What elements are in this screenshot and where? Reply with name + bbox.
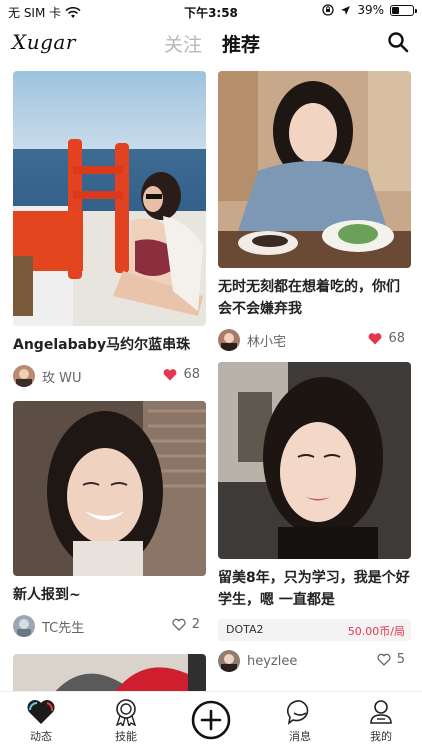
beach-photo-image — [13, 71, 206, 326]
like-button[interactable]: 2 — [172, 617, 200, 632]
feed-card[interactable]: 留美8年，只为学习，我是个好学生，嗯 一直都是 DOTA2 50.00币/局 h… — [218, 362, 411, 673]
like-count: 68 — [388, 331, 405, 346]
tab-recommend[interactable]: 推荐 — [222, 30, 260, 57]
feed-card[interactable]: 无时无刻都在想着吃的，你们会不会嫌弃我 林小宅 68 — [218, 71, 411, 352]
top-header: Xugar 关注 推荐 — [0, 24, 422, 64]
post-photo[interactable] — [218, 362, 411, 559]
nav-label: 消息 — [289, 730, 311, 743]
nav-item-dynamic[interactable]: 动态 — [11, 698, 71, 744]
avatar[interactable] — [218, 650, 240, 672]
medal-icon — [115, 699, 137, 726]
post-title[interactable]: 留美8年，只为学习，我是个好学生，嗯 一直都是 — [218, 567, 411, 611]
plus-circle-icon[interactable] — [191, 700, 231, 740]
bottom-tab-bar: 动态 技能 消息 我的 — [0, 691, 422, 750]
message-icon — [286, 700, 309, 725]
like-count: 2 — [191, 617, 200, 632]
skill-tag[interactable]: DOTA2 50.00币/局 — [218, 619, 411, 641]
orientation-lock-icon — [322, 4, 334, 16]
game-name: DOTA2 — [226, 623, 264, 636]
portrait-photo-image — [218, 362, 411, 559]
post-photo[interactable] — [218, 71, 411, 268]
heart-outline-icon — [172, 618, 186, 631]
battery-level — [392, 6, 399, 14]
heart-filled-icon — [164, 369, 177, 381]
like-button[interactable]: 68 — [368, 331, 405, 346]
post-photo[interactable] — [13, 401, 206, 576]
status-bar: 无 SIM 卡 下午3:58 39% — [0, 0, 422, 24]
post-title[interactable]: 新人报到~ — [13, 584, 206, 606]
nav-label: 我的 — [370, 730, 392, 743]
profile-icon — [370, 700, 392, 724]
post-title[interactable]: 无时无刻都在想着吃的，你们会不会嫌弃我 — [218, 276, 411, 320]
nav-item-mine[interactable]: 我的 — [351, 698, 411, 744]
partial-photo-image — [13, 654, 206, 691]
post-meta: TC先生 2 — [13, 614, 206, 638]
author-name[interactable]: TC先生 — [42, 617, 84, 636]
author-name[interactable]: 林小宅 — [247, 331, 286, 350]
food-photo-image — [218, 71, 411, 268]
like-button[interactable]: 68 — [163, 367, 200, 382]
tab-follow[interactable]: 关注 — [164, 30, 202, 57]
like-button[interactable]: 5 — [377, 652, 405, 667]
post-photo[interactable] — [13, 71, 206, 326]
status-right: 39% — [322, 3, 417, 17]
feed-card[interactable] — [13, 654, 206, 691]
feed-grid[interactable]: Angelababy马约尔蓝串珠 玫 WU 68 新人报到~ TC先生 2 无时… — [0, 64, 422, 691]
like-count: 5 — [396, 652, 405, 667]
portrait-photo-image — [13, 401, 206, 576]
like-count: 68 — [183, 367, 200, 382]
app-logo: Xugar — [12, 30, 76, 54]
author-name[interactable]: 玫 WU — [42, 367, 82, 386]
post-meta: 玫 WU 68 — [13, 364, 206, 388]
author-name[interactable]: heyzlee — [247, 654, 297, 669]
feed-card[interactable]: 新人报到~ TC先生 2 — [13, 401, 206, 638]
nav-item-skills[interactable]: 技能 — [96, 698, 156, 744]
post-title[interactable]: Angelababy马约尔蓝串珠 — [13, 334, 206, 356]
post-photo[interactable] — [13, 654, 206, 691]
battery-percent: 39% — [357, 3, 384, 17]
heart-icon — [27, 700, 55, 724]
nav-label: 技能 — [115, 730, 137, 743]
heart-outline-icon — [377, 653, 391, 666]
feed-card[interactable]: Angelababy马约尔蓝串珠 玫 WU 68 — [13, 71, 206, 388]
location-icon — [341, 5, 351, 15]
search-icon[interactable] — [386, 30, 410, 54]
price-label: 50.00币/局 — [347, 625, 405, 638]
avatar[interactable] — [218, 329, 240, 351]
post-meta: 林小宅 68 — [218, 328, 411, 352]
nav-item-messages[interactable]: 消息 — [270, 698, 330, 744]
avatar[interactable] — [13, 365, 35, 387]
avatar[interactable] — [13, 615, 35, 637]
nav-label: 动态 — [30, 730, 52, 743]
battery-icon — [390, 4, 417, 16]
post-meta: heyzlee 5 — [218, 649, 411, 673]
heart-filled-icon — [369, 333, 382, 345]
